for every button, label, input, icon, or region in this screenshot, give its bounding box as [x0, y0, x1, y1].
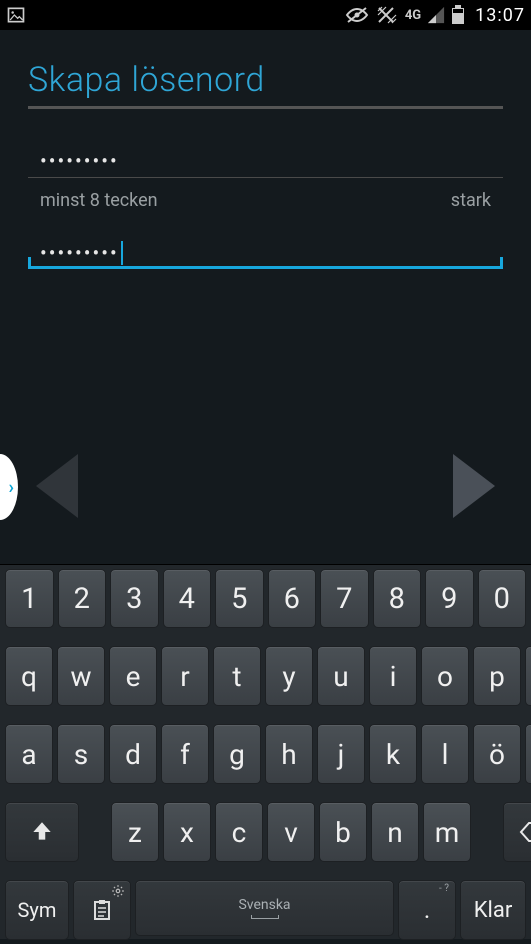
key-4[interactable]: 4	[163, 569, 212, 628]
page-title: Skapa lösenord	[28, 60, 503, 100]
confirm-password-field[interactable]: •••••••••	[28, 237, 503, 269]
period-key[interactable]: - ? .	[398, 880, 456, 940]
key-6[interactable]: 6	[268, 569, 317, 628]
vibrate-icon	[375, 5, 399, 25]
key-s[interactable]: s	[57, 724, 105, 784]
key-i[interactable]: i	[369, 646, 417, 706]
key-n[interactable]: n	[371, 802, 419, 862]
shift-key[interactable]	[5, 802, 79, 862]
done-key[interactable]: Klar	[460, 880, 526, 940]
key-9[interactable]: 9	[425, 569, 474, 628]
battery-icon	[451, 5, 465, 25]
key-c[interactable]: c	[215, 802, 263, 862]
key-row-numbers: 1 2 3 4 5 6 7 8 9 0	[0, 565, 531, 632]
clock: 13:07	[475, 5, 525, 26]
gear-icon	[111, 884, 125, 898]
main-content: Skapa lösenord ••••••••• minst 8 tecken …	[0, 30, 531, 269]
key-0[interactable]: 0	[478, 569, 527, 628]
shift-icon	[29, 819, 55, 845]
key-y[interactable]: y	[265, 646, 313, 706]
title-divider	[28, 106, 503, 109]
key-5[interactable]: 5	[215, 569, 264, 628]
confirm-password-mask: •••••••••	[40, 241, 119, 265]
key-3[interactable]: 3	[110, 569, 159, 628]
key-a[interactable]: a	[5, 724, 53, 784]
key-7[interactable]: 7	[320, 569, 369, 628]
password-hint-row: minst 8 tecken stark	[28, 188, 503, 237]
key-d[interactable]: d	[109, 724, 157, 784]
status-bar: 4G 13:07	[0, 0, 531, 30]
password-mask: •••••••••	[40, 149, 119, 173]
key-f[interactable]: f	[161, 724, 209, 784]
key-b[interactable]: b	[319, 802, 367, 862]
key-k[interactable]: k	[369, 724, 417, 784]
text-cursor	[121, 241, 123, 265]
key-g[interactable]: g	[213, 724, 261, 784]
key-å[interactable]: å	[525, 646, 531, 706]
nav-arrows	[0, 454, 531, 518]
soft-keyboard: 1 2 3 4 5 6 7 8 9 0 q w e r t y u i o p …	[0, 564, 531, 939]
key-row-asdf: a s d f g h j k l ö ä	[0, 720, 531, 788]
key-row-qwerty: q w e r t y u i o p å	[0, 642, 531, 710]
key-z[interactable]: z	[111, 802, 159, 862]
picture-icon	[6, 5, 26, 25]
key-e[interactable]: e	[109, 646, 157, 706]
key-ö[interactable]: ö	[473, 724, 521, 784]
backspace-icon	[519, 820, 531, 844]
clipboard-icon	[90, 898, 114, 922]
next-button[interactable]	[453, 454, 495, 518]
key-row-zxcv: z x c v b n m	[0, 798, 531, 866]
key-q[interactable]: q	[5, 646, 53, 706]
key-m[interactable]: m	[423, 802, 471, 862]
key-o[interactable]: o	[421, 646, 469, 706]
key-ä[interactable]: ä	[525, 724, 531, 784]
period-label: .	[424, 896, 430, 924]
space-bar-icon	[251, 915, 279, 919]
keyboard-settings-key[interactable]	[73, 880, 131, 940]
space-label: Svenska	[238, 897, 290, 913]
key-l[interactable]: l	[421, 724, 469, 784]
key-j[interactable]: j	[317, 724, 365, 784]
key-t[interactable]: t	[213, 646, 261, 706]
network-badge: 4G	[405, 8, 421, 23]
signal-icon	[427, 6, 445, 24]
period-alt-hint: - ?	[439, 883, 449, 894]
prev-button[interactable]	[36, 454, 78, 518]
key-x[interactable]: x	[163, 802, 211, 862]
key-r[interactable]: r	[161, 646, 209, 706]
backspace-key[interactable]	[503, 802, 531, 862]
strength-label: stark	[451, 190, 491, 211]
key-w[interactable]: w	[57, 646, 105, 706]
key-1[interactable]: 1	[5, 569, 54, 628]
password-field[interactable]: •••••••••	[28, 145, 503, 178]
key-h[interactable]: h	[265, 724, 313, 784]
eye-off-icon	[345, 5, 369, 25]
key-row-bottom: Sym Svenska - ? . Klar	[0, 876, 531, 944]
space-key[interactable]: Svenska	[135, 880, 394, 936]
key-p[interactable]: p	[473, 646, 521, 706]
key-u[interactable]: u	[317, 646, 365, 706]
key-8[interactable]: 8	[373, 569, 422, 628]
min-length-hint: minst 8 tecken	[40, 190, 158, 211]
sym-key[interactable]: Sym	[5, 880, 69, 940]
key-v[interactable]: v	[267, 802, 315, 862]
key-2[interactable]: 2	[58, 569, 107, 628]
